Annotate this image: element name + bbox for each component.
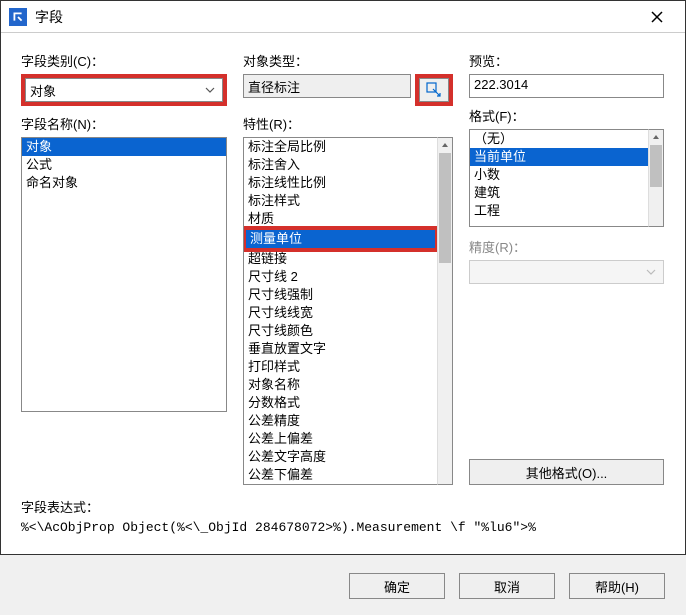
- scrollbar-thumb[interactable]: [650, 145, 662, 187]
- format-label: 格式(F)：: [469, 106, 664, 125]
- format-listbox[interactable]: （无）当前单位小数建筑工程: [469, 129, 648, 227]
- object-type-value: 直径标注: [248, 77, 300, 96]
- ok-button[interactable]: 确定: [349, 573, 445, 599]
- list-item[interactable]: 超链接: [244, 250, 437, 268]
- list-item[interactable]: 建筑: [470, 184, 648, 202]
- object-type-label: 对象类型：: [243, 51, 453, 70]
- chevron-down-icon: [202, 82, 218, 98]
- expression-label: 字段表达式：: [21, 497, 665, 516]
- preview-value: 222.3014: [474, 77, 528, 92]
- ok-label: 确定: [384, 577, 410, 596]
- help-button[interactable]: 帮助(H): [569, 573, 665, 599]
- titlebar: 字段: [1, 1, 685, 33]
- column-object-type: 对象类型： 直径标注 特性(R)： 标注全局比例标注舍入标注线性比例标注样式材质…: [243, 51, 453, 485]
- highlight-category-dropdown: 对象: [21, 74, 227, 106]
- list-item[interactable]: 小数: [470, 166, 648, 184]
- list-item[interactable]: 尺寸线强制: [244, 286, 437, 304]
- precision-label: 精度(R)：: [469, 237, 664, 256]
- list-item[interactable]: 打印样式: [244, 358, 437, 376]
- object-type-row: 直径标注: [243, 74, 453, 106]
- list-item[interactable]: 尺寸线颜色: [244, 322, 437, 340]
- field-category-value: 对象: [30, 81, 56, 100]
- list-item[interactable]: 工程: [470, 202, 648, 220]
- field-names-label: 字段名称(N)：: [21, 114, 227, 133]
- cancel-button[interactable]: 取消: [459, 573, 555, 599]
- list-item[interactable]: 垂直放置文字: [244, 340, 437, 358]
- scroll-up-button[interactable]: [649, 130, 663, 144]
- list-item[interactable]: 当前单位: [470, 148, 648, 166]
- chevron-down-icon: [643, 264, 659, 280]
- close-button[interactable]: [637, 2, 677, 32]
- list-item[interactable]: 公差上偏差: [244, 430, 437, 448]
- close-icon: [651, 11, 663, 23]
- help-label: 帮助(H): [595, 577, 639, 596]
- list-item[interactable]: 公差精度: [244, 412, 437, 430]
- pick-object-button[interactable]: [419, 78, 449, 102]
- field-category-dropdown[interactable]: 对象: [25, 78, 223, 102]
- list-item[interactable]: 对象名称: [244, 376, 437, 394]
- dialog-window: 字段 字段类别(C)： 对象 字段名称(N)： 对象公式命名对象 对象类型：: [0, 0, 686, 555]
- column-field-category: 字段类别(C)： 对象 字段名称(N)： 对象公式命名对象: [21, 51, 227, 485]
- field-category-label: 字段类别(C)：: [21, 51, 227, 70]
- list-item[interactable]: 尺寸线 2: [244, 268, 437, 286]
- list-item[interactable]: 尺寸线线宽: [244, 304, 437, 322]
- format-scrollbar[interactable]: [648, 129, 664, 227]
- list-item[interactable]: 命名对象: [22, 174, 226, 192]
- cancel-label: 取消: [494, 577, 520, 596]
- list-item[interactable]: 测量单位: [246, 230, 435, 248]
- highlight-selected-property: 测量单位: [243, 226, 437, 252]
- properties-label: 特性(R)：: [243, 114, 453, 133]
- list-item[interactable]: 标注全局比例: [244, 138, 437, 156]
- preview-label: 预览：: [469, 51, 664, 70]
- app-icon: [9, 8, 27, 26]
- preview-box: 222.3014: [469, 74, 664, 98]
- dialog-content: 字段类别(C)： 对象 字段名称(N)： 对象公式命名对象 对象类型： 直径标注: [1, 33, 685, 497]
- highlight-pick-button: [415, 74, 453, 106]
- list-item[interactable]: 标注样式: [244, 192, 437, 210]
- properties-listbox[interactable]: 标注全局比例标注舍入标注线性比例标注样式材质测量单位超链接尺寸线 2尺寸线强制尺…: [243, 137, 437, 485]
- other-format-label: 其他格式(O)...: [526, 463, 608, 482]
- other-format-button[interactable]: 其他格式(O)...: [469, 459, 664, 485]
- select-object-icon: [426, 82, 442, 98]
- object-type-display: 直径标注: [243, 74, 411, 98]
- list-item[interactable]: 公式: [22, 156, 226, 174]
- properties-list-wrap: 标注全局比例标注舍入标注线性比例标注样式材质测量单位超链接尺寸线 2尺寸线强制尺…: [243, 137, 453, 485]
- list-item[interactable]: 公差文字高度: [244, 448, 437, 466]
- precision-dropdown: [469, 260, 664, 284]
- scrollbar-thumb[interactable]: [439, 153, 451, 263]
- list-item[interactable]: 对象: [22, 138, 226, 156]
- list-item[interactable]: 分数格式: [244, 394, 437, 412]
- scroll-up-button[interactable]: [438, 138, 452, 152]
- properties-scrollbar[interactable]: [437, 137, 453, 485]
- list-item[interactable]: 公差下偏差: [244, 466, 437, 484]
- expression-value: %<\AcObjProp Object(%<\_ObjId 284678072>…: [21, 520, 665, 535]
- format-list-wrap: （无）当前单位小数建筑工程: [469, 129, 664, 227]
- list-item[interactable]: 标注舍入: [244, 156, 437, 174]
- dialog-button-row: 确定 取消 帮助(H): [1, 559, 685, 615]
- field-names-listbox[interactable]: 对象公式命名对象: [21, 137, 227, 412]
- window-title: 字段: [35, 7, 637, 27]
- list-item[interactable]: 标注线性比例: [244, 174, 437, 192]
- expression-section: 字段表达式： %<\AcObjProp Object(%<\_ObjId 284…: [1, 497, 685, 535]
- column-preview-format: 预览： 222.3014 格式(F)： （无）当前单位小数建筑工程 精度(R)：: [469, 51, 664, 485]
- list-item[interactable]: （无）: [470, 130, 648, 148]
